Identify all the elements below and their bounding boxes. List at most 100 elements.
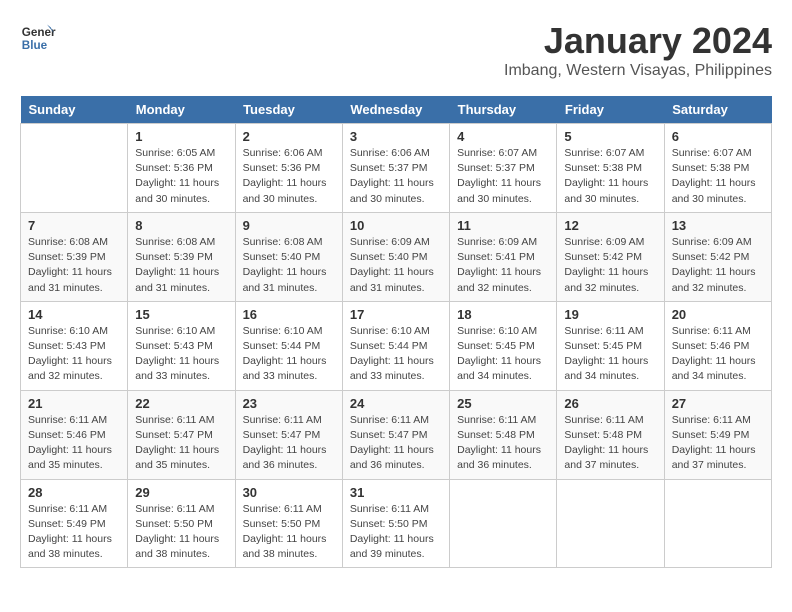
day-number: 5 — [564, 129, 656, 144]
day-info: Sunrise: 6:09 AM Sunset: 5:42 PM Dayligh… — [672, 235, 764, 296]
calendar-cell: 10 Sunrise: 6:09 AM Sunset: 5:40 PM Dayli… — [342, 212, 449, 301]
day-number: 27 — [672, 396, 764, 411]
day-number: 4 — [457, 129, 549, 144]
calendar-cell: 24 Sunrise: 6:11 AM Sunset: 5:47 PM Dayli… — [342, 390, 449, 479]
location-title: Imbang, Western Visayas, Philippines — [504, 62, 772, 80]
day-info: Sunrise: 6:11 AM Sunset: 5:50 PM Dayligh… — [135, 502, 227, 563]
day-number: 6 — [672, 129, 764, 144]
day-number: 24 — [350, 396, 442, 411]
day-info: Sunrise: 6:09 AM Sunset: 5:40 PM Dayligh… — [350, 235, 442, 296]
day-info: Sunrise: 6:11 AM Sunset: 5:48 PM Dayligh… — [457, 413, 549, 474]
calendar-cell — [557, 479, 664, 568]
day-info: Sunrise: 6:10 AM Sunset: 5:43 PM Dayligh… — [28, 324, 120, 385]
calendar-cell: 19 Sunrise: 6:11 AM Sunset: 5:45 PM Dayli… — [557, 301, 664, 390]
day-number: 22 — [135, 396, 227, 411]
calendar-cell: 29 Sunrise: 6:11 AM Sunset: 5:50 PM Dayli… — [128, 479, 235, 568]
day-number: 1 — [135, 129, 227, 144]
calendar-table: SundayMondayTuesdayWednesdayThursdayFrid… — [20, 96, 772, 568]
day-info: Sunrise: 6:11 AM Sunset: 5:47 PM Dayligh… — [350, 413, 442, 474]
calendar-cell: 2 Sunrise: 6:06 AM Sunset: 5:36 PM Daylig… — [235, 124, 342, 213]
calendar-cell — [450, 479, 557, 568]
calendar-cell: 23Sunrise: 6:11 AM Sunset: 5:47 PM Dayli… — [235, 390, 342, 479]
day-number: 28 — [28, 485, 120, 500]
calendar-cell: 28 Sunrise: 6:11 AM Sunset: 5:49 PM Dayli… — [21, 479, 128, 568]
day-info: Sunrise: 6:07 AM Sunset: 5:38 PM Dayligh… — [672, 146, 764, 207]
week-row-5: 28 Sunrise: 6:11 AM Sunset: 5:49 PM Dayli… — [21, 479, 772, 568]
day-number: 19 — [564, 307, 656, 322]
calendar-cell: 20 Sunrise: 6:11 AM Sunset: 5:46 PM Dayli… — [664, 301, 771, 390]
day-info: Sunrise: 6:11 AM Sunset: 5:45 PM Dayligh… — [564, 324, 656, 385]
svg-text:Blue: Blue — [22, 39, 48, 52]
day-number: 11 — [457, 218, 549, 233]
calendar-cell: 8Sunrise: 6:08 AM Sunset: 5:39 PM Daylig… — [128, 212, 235, 301]
day-number: 26 — [564, 396, 656, 411]
day-number: 10 — [350, 218, 442, 233]
week-row-4: 21 Sunrise: 6:11 AM Sunset: 5:46 PM Dayli… — [21, 390, 772, 479]
day-info: Sunrise: 6:11 AM Sunset: 5:50 PM Dayligh… — [350, 502, 442, 563]
day-number: 17 — [350, 307, 442, 322]
day-info: Sunrise: 6:10 AM Sunset: 5:45 PM Dayligh… — [457, 324, 549, 385]
day-number: 23 — [243, 396, 335, 411]
calendar-cell: 7 Sunrise: 6:08 AM Sunset: 5:39 PM Daylig… — [21, 212, 128, 301]
day-info: Sunrise: 6:08 AM Sunset: 5:39 PM Dayligh… — [28, 235, 120, 296]
calendar-cell: 4 Sunrise: 6:07 AM Sunset: 5:37 PM Daylig… — [450, 124, 557, 213]
calendar-cell: 1 Sunrise: 6:05 AM Sunset: 5:36 PM Daylig… — [128, 124, 235, 213]
day-info: Sunrise: 6:08 AM Sunset: 5:40 PM Dayligh… — [243, 235, 335, 296]
day-number: 2 — [243, 129, 335, 144]
day-number: 8 — [135, 218, 227, 233]
day-info: Sunrise: 6:11 AM Sunset: 5:49 PM Dayligh… — [28, 502, 120, 563]
day-info: Sunrise: 6:06 AM Sunset: 5:36 PM Dayligh… — [243, 146, 335, 207]
day-number: 30 — [243, 485, 335, 500]
calendar-cell: 26 Sunrise: 6:11 AM Sunset: 5:48 PM Dayli… — [557, 390, 664, 479]
calendar-cell: 30 Sunrise: 6:11 AM Sunset: 5:50 PM Dayli… — [235, 479, 342, 568]
day-info: Sunrise: 6:07 AM Sunset: 5:37 PM Dayligh… — [457, 146, 549, 207]
calendar-cell: 25 Sunrise: 6:11 AM Sunset: 5:48 PM Dayli… — [450, 390, 557, 479]
day-number: 29 — [135, 485, 227, 500]
calendar-cell: 5 Sunrise: 6:07 AM Sunset: 5:38 PM Daylig… — [557, 124, 664, 213]
day-info: Sunrise: 6:11 AM Sunset: 5:46 PM Dayligh… — [672, 324, 764, 385]
calendar-cell: 9 Sunrise: 6:08 AM Sunset: 5:40 PM Daylig… — [235, 212, 342, 301]
calendar-cell — [664, 479, 771, 568]
week-row-3: 14Sunrise: 6:10 AM Sunset: 5:43 PM Dayli… — [21, 301, 772, 390]
day-info: Sunrise: 6:11 AM Sunset: 5:47 PM Dayligh… — [135, 413, 227, 474]
day-info: Sunrise: 6:10 AM Sunset: 5:44 PM Dayligh… — [243, 324, 335, 385]
day-number: 16 — [243, 307, 335, 322]
calendar-cell — [21, 124, 128, 213]
calendar-cell: 3Sunrise: 6:06 AM Sunset: 5:37 PM Daylig… — [342, 124, 449, 213]
day-info: Sunrise: 6:09 AM Sunset: 5:42 PM Dayligh… — [564, 235, 656, 296]
day-number: 21 — [28, 396, 120, 411]
week-row-1: 1 Sunrise: 6:05 AM Sunset: 5:36 PM Daylig… — [21, 124, 772, 213]
calendar-cell: 27 Sunrise: 6:11 AM Sunset: 5:49 PM Dayli… — [664, 390, 771, 479]
day-info: Sunrise: 6:05 AM Sunset: 5:36 PM Dayligh… — [135, 146, 227, 207]
month-title: January 2024 — [504, 20, 772, 62]
calendar-cell: 13 Sunrise: 6:09 AM Sunset: 5:42 PM Dayli… — [664, 212, 771, 301]
day-number: 31 — [350, 485, 442, 500]
day-info: Sunrise: 6:11 AM Sunset: 5:50 PM Dayligh… — [243, 502, 335, 563]
weekday-header-thursday: Thursday — [450, 96, 557, 124]
day-info: Sunrise: 6:07 AM Sunset: 5:38 PM Dayligh… — [564, 146, 656, 207]
calendar-cell: 11Sunrise: 6:09 AM Sunset: 5:41 PM Dayli… — [450, 212, 557, 301]
day-info: Sunrise: 6:11 AM Sunset: 5:46 PM Dayligh… — [28, 413, 120, 474]
day-info: Sunrise: 6:11 AM Sunset: 5:49 PM Dayligh… — [672, 413, 764, 474]
calendar-cell: 14Sunrise: 6:10 AM Sunset: 5:43 PM Dayli… — [21, 301, 128, 390]
day-number: 20 — [672, 307, 764, 322]
calendar-cell: 12Sunrise: 6:09 AM Sunset: 5:42 PM Dayli… — [557, 212, 664, 301]
weekday-header-monday: Monday — [128, 96, 235, 124]
day-number: 25 — [457, 396, 549, 411]
header: General Blue January 2024 Imbang, Wester… — [20, 20, 772, 80]
week-row-2: 7 Sunrise: 6:08 AM Sunset: 5:39 PM Daylig… — [21, 212, 772, 301]
calendar-cell: 6 Sunrise: 6:07 AM Sunset: 5:38 PM Daylig… — [664, 124, 771, 213]
day-number: 9 — [243, 218, 335, 233]
day-number: 3 — [350, 129, 442, 144]
weekday-header-wednesday: Wednesday — [342, 96, 449, 124]
calendar-cell: 22 Sunrise: 6:11 AM Sunset: 5:47 PM Dayli… — [128, 390, 235, 479]
calendar-cell: 15Sunrise: 6:10 AM Sunset: 5:43 PM Dayli… — [128, 301, 235, 390]
day-number: 13 — [672, 218, 764, 233]
weekday-header-row: SundayMondayTuesdayWednesdayThursdayFrid… — [21, 96, 772, 124]
day-info: Sunrise: 6:11 AM Sunset: 5:48 PM Dayligh… — [564, 413, 656, 474]
day-number: 18 — [457, 307, 549, 322]
weekday-header-tuesday: Tuesday — [235, 96, 342, 124]
day-info: Sunrise: 6:10 AM Sunset: 5:43 PM Dayligh… — [135, 324, 227, 385]
day-number: 7 — [28, 218, 120, 233]
calendar-cell: 21 Sunrise: 6:11 AM Sunset: 5:46 PM Dayli… — [21, 390, 128, 479]
